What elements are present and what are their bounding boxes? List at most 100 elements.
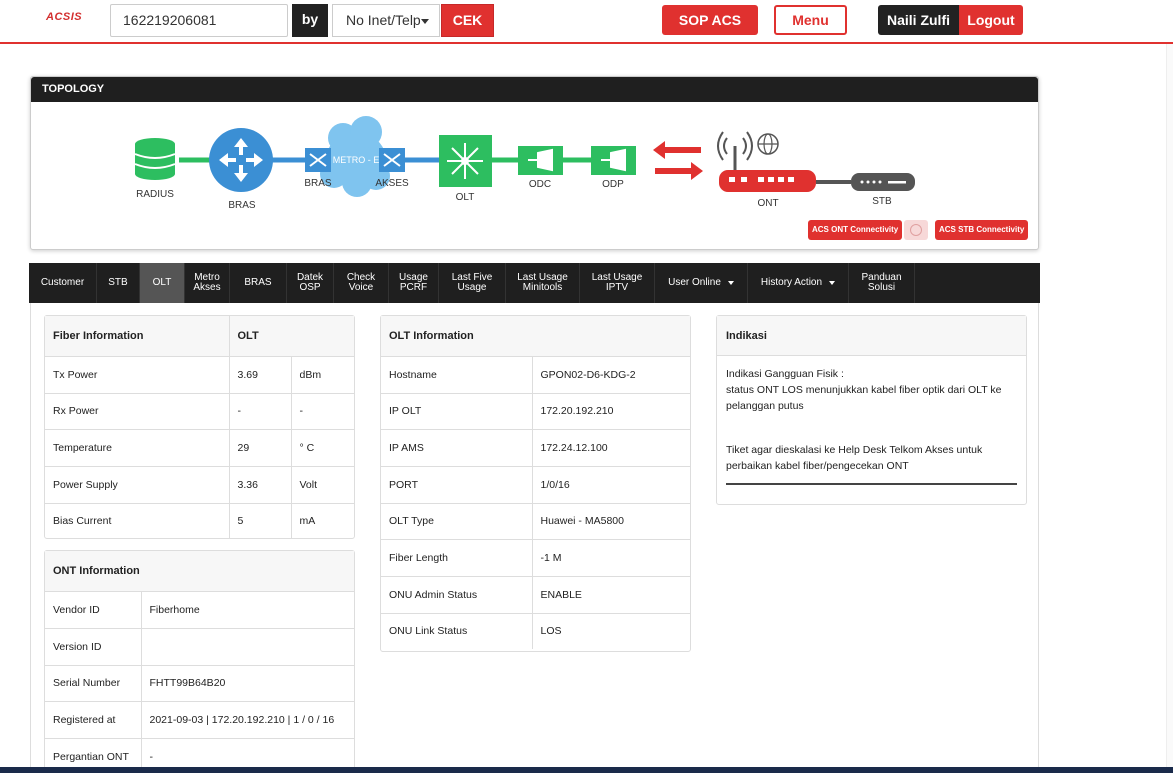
olt-information-table: OLT Information Hostname GPON02-D6-KDG-2 …	[381, 316, 690, 649]
row-value: 172.20.192.210	[531, 392, 690, 429]
tab-label: Metro Akses	[193, 272, 221, 293]
bras-label: BRAS	[228, 200, 256, 211]
row-label: Bias Current	[45, 502, 229, 539]
row-unit: -	[290, 392, 354, 429]
tab-label: Datek OSP	[296, 272, 324, 293]
row-label: Vendor ID	[45, 590, 141, 628]
caret-down-icon	[727, 281, 734, 285]
metro-label: METRO - E	[333, 155, 380, 165]
metro-akses-label: AKSES	[375, 178, 409, 189]
tab-panduan-solusi[interactable]: Panduan Solusi	[849, 263, 915, 303]
odp-label: ODP	[602, 179, 624, 190]
bidirectional-arrows-icon	[653, 141, 703, 180]
tab-label: History Action	[760, 277, 823, 288]
table-row: Serial Number FHTT99B64B20	[45, 664, 354, 701]
globe-icon	[757, 133, 779, 155]
indikasi-title: Indikasi	[717, 316, 1026, 356]
row-label: Hostname	[381, 355, 532, 393]
stb-device-icon	[851, 173, 915, 191]
row-value: -	[228, 392, 291, 429]
row-label: ONU Link Status	[381, 612, 532, 649]
row-label: IP AMS	[381, 428, 532, 466]
by-label: by	[292, 4, 328, 37]
tab-last-usage-minitools[interactable]: Last Usage Minitools	[506, 263, 580, 303]
tab-label: BRAS	[244, 277, 272, 288]
caret-down-icon	[421, 19, 429, 24]
tab-history-action[interactable]: History Action	[748, 263, 849, 303]
olt-icon	[439, 135, 492, 187]
table-row: Version ID	[45, 627, 354, 665]
search-type-value: No Inet/Telp	[346, 12, 421, 28]
row-value: -1 M	[531, 538, 690, 576]
table-header-row: OLT Information	[381, 316, 690, 356]
tab-bras[interactable]: BRAS	[230, 263, 287, 303]
fiber-information-panel: Fiber Information OLT Tx Power 3.69 dBm Rx…	[44, 315, 355, 539]
tab-label: User Online	[668, 277, 721, 288]
row-value: Fiberhome	[140, 590, 354, 628]
tab-customer[interactable]: Customer	[29, 263, 97, 303]
acs-ont-connectivity-button[interactable]: ACS ONT Connectivity	[808, 220, 903, 240]
ont-information-panel: ONT Information Vendor ID Fiberhome Versi…	[44, 550, 355, 773]
table-header-row: ONT Information	[45, 551, 354, 591]
row-value: 5	[228, 502, 291, 539]
acs-stb-connectivity-button[interactable]: ACS STB Connectivity	[935, 220, 1029, 240]
row-label: Power Supply	[45, 465, 229, 503]
row-label: PORT	[381, 465, 532, 503]
tab-olt[interactable]: OLT	[140, 263, 185, 303]
row-unit: ° C	[290, 428, 354, 466]
tab-last-five-usage[interactable]: Last Five Usage	[439, 263, 506, 303]
tab-label: Usage PCRF	[399, 272, 428, 293]
tab-datek-osp[interactable]: Datek OSP	[287, 263, 334, 303]
caret-down-icon	[829, 281, 836, 285]
table-row: IP OLT 172.20.192.210	[381, 392, 690, 429]
menu-button[interactable]: Menu	[774, 5, 847, 35]
indikasi-body: Indikasi Gangguan Fisik : status ONT LOS…	[717, 356, 1026, 485]
olt-label: OLT	[456, 192, 475, 203]
table-row: Fiber Length -1 M	[381, 538, 690, 576]
tab-label: Check Voice	[346, 272, 376, 293]
row-unit: Volt	[290, 465, 354, 503]
ont-device-icon	[719, 170, 816, 192]
odc-label: ODC	[529, 179, 551, 190]
tab-metro-akses[interactable]: Metro Akses	[185, 263, 230, 303]
search-type-select[interactable]: No Inet/Telp	[332, 4, 440, 37]
tab-last-usage-iptv[interactable]: Last Usage IPTV	[580, 263, 655, 303]
topology-title: TOPOLOGY	[31, 77, 1038, 102]
tab-usage-pcrf[interactable]: Usage PCRF	[389, 263, 439, 303]
row-value: GPON02-D6-KDG-2	[531, 355, 690, 393]
row-value: 29	[228, 428, 291, 466]
table-row: Registered at 2021-09-03 | 172.20.192.210…	[45, 700, 354, 738]
fiber-information-table: Fiber Information OLT Tx Power 3.69 dBm Rx…	[45, 316, 354, 539]
ont-wifi-icon	[717, 131, 753, 170]
metro-bras-label: BRAS	[304, 178, 332, 189]
logout-button[interactable]: Logout	[959, 5, 1023, 35]
row-value: 1/0/16	[531, 465, 690, 503]
row-label: Fiber Length	[381, 538, 532, 576]
row-label: Rx Power	[45, 392, 229, 429]
tab-check-voice[interactable]: Check Voice	[334, 263, 389, 303]
bras-router-icon	[209, 128, 273, 192]
ont-information-table: ONT Information Vendor ID Fiberhome Versi…	[45, 551, 354, 773]
radius-label: RADIUS	[136, 189, 174, 200]
cek-button[interactable]: CEK	[441, 4, 494, 37]
row-unit: mA	[290, 502, 354, 539]
tab-user-online[interactable]: User Online	[655, 263, 748, 303]
fiber-info-title: Fiber Information	[45, 316, 229, 356]
taskbar-strip	[0, 767, 1173, 773]
row-value: LOS	[531, 612, 690, 649]
tab-stb[interactable]: STB	[97, 263, 140, 303]
search-input[interactable]: 162219206081	[110, 4, 288, 37]
row-label: Temperature	[45, 428, 229, 466]
table-row: Hostname GPON02-D6-KDG-2	[381, 355, 690, 393]
vertical-scrollbar[interactable]	[1166, 44, 1173, 767]
olt-information-panel: OLT Information Hostname GPON02-D6-KDG-2 …	[380, 315, 691, 652]
table-row: OLT Type Huawei - MA5800	[381, 502, 690, 539]
loading-spinner-icon	[904, 220, 928, 240]
row-value: Huawei - MA5800	[531, 502, 690, 539]
row-label: ONU Admin Status	[381, 575, 532, 613]
sop-acs-button[interactable]: SOP ACS	[662, 5, 758, 35]
stb-label: STB	[872, 196, 892, 207]
tab-label: Last Usage Minitools	[517, 272, 568, 293]
app-logo[interactable]: ACSIS	[46, 11, 82, 23]
row-label: Serial Number	[45, 664, 141, 701]
